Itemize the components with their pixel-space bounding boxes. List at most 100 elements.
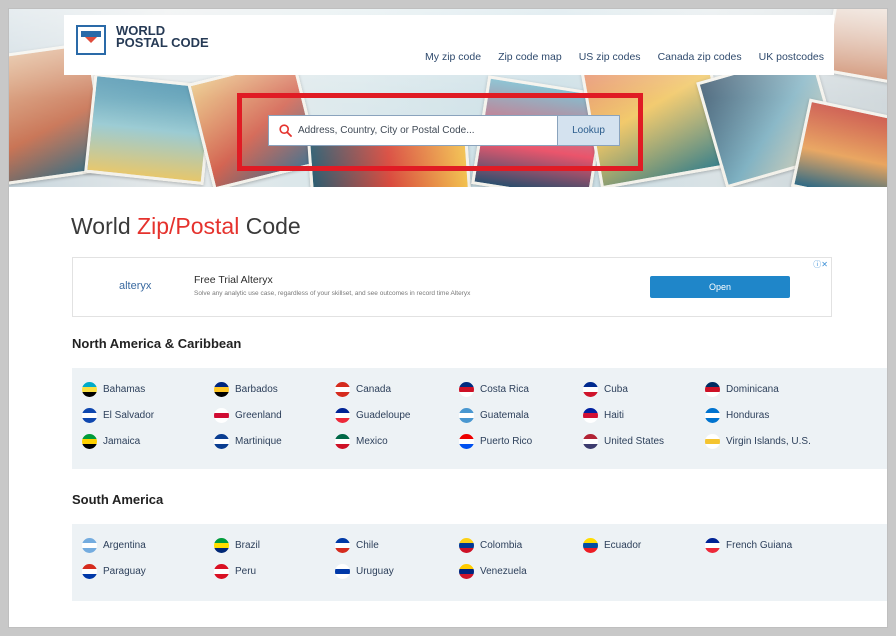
- country-link[interactable]: Ecuador: [583, 538, 641, 553]
- country-link[interactable]: Puerto Rico: [459, 434, 532, 449]
- country-name: Brazil: [235, 540, 261, 551]
- flag-icon: [583, 382, 598, 397]
- country-name: Peru: [235, 566, 257, 577]
- country-link[interactable]: Martinique: [214, 434, 282, 449]
- country-link[interactable]: Brazil: [214, 538, 260, 553]
- flag-icon: [459, 564, 474, 579]
- country-link[interactable]: Jamaica: [82, 434, 140, 449]
- flag-icon: [705, 538, 720, 553]
- country-name: Costa Rica: [480, 384, 529, 395]
- country-name: Colombia: [480, 540, 523, 551]
- country-link[interactable]: United States: [583, 434, 664, 449]
- country-link[interactable]: Bahamas: [82, 382, 145, 397]
- logo-line-2: POSTAL CODE: [116, 35, 209, 50]
- lookup-button[interactable]: Lookup: [557, 116, 619, 145]
- country-link[interactable]: Honduras: [705, 408, 769, 423]
- nav-my-zip-code[interactable]: My zip code: [425, 51, 481, 63]
- country-name: Venezuela: [480, 566, 527, 577]
- flag-icon: [335, 434, 350, 449]
- flag-icon: [705, 408, 720, 423]
- ad-choices-icon[interactable]: ⓘ✕: [813, 259, 828, 270]
- flag-icon: [82, 382, 97, 397]
- search-input[interactable]: [292, 116, 557, 145]
- flag-icon: [459, 434, 474, 449]
- page-title: World Zip/Postal Code: [71, 213, 301, 240]
- nav-uk-postcodes[interactable]: UK postcodes: [759, 51, 824, 63]
- country-link[interactable]: Mexico: [335, 434, 388, 449]
- country-name: Uruguay: [356, 566, 394, 577]
- country-link[interactable]: Argentina: [82, 538, 146, 553]
- country-name: Guatemala: [480, 410, 529, 421]
- nav-us-zip-codes[interactable]: US zip codes: [579, 51, 641, 63]
- flag-icon: [583, 434, 598, 449]
- flag-icon: [214, 382, 229, 397]
- country-name: French Guiana: [726, 540, 793, 551]
- country-link[interactable]: Canada: [335, 382, 391, 397]
- section-title-north-america: North America & Caribbean: [72, 336, 242, 351]
- flag-icon: [214, 408, 229, 423]
- flag-icon: [335, 564, 350, 579]
- country-link[interactable]: Venezuela: [459, 564, 527, 579]
- country-link[interactable]: El Salvador: [82, 408, 154, 423]
- country-name: Bahamas: [103, 384, 146, 395]
- flag-icon: [459, 538, 474, 553]
- flag-icon: [705, 434, 720, 449]
- section-title-south-america: South America: [72, 492, 164, 507]
- flag-icon: [214, 434, 229, 449]
- ad-title[interactable]: Free Trial Alteryx: [194, 274, 273, 286]
- country-link[interactable]: Haiti: [583, 408, 624, 423]
- country-name: Cuba: [604, 384, 628, 395]
- country-name: United States: [604, 436, 665, 447]
- country-link[interactable]: Virgin Islands, U.S.: [705, 434, 811, 449]
- logo-icon[interactable]: [76, 25, 106, 55]
- flag-icon: [583, 538, 598, 553]
- country-name: Greenland: [235, 410, 282, 421]
- nav-canada-zip-codes[interactable]: Canada zip codes: [658, 51, 742, 63]
- nav-zip-code-map[interactable]: Zip code map: [498, 51, 562, 63]
- flag-icon: [82, 408, 97, 423]
- flag-icon: [335, 408, 350, 423]
- flag-icon: [583, 408, 598, 423]
- flag-icon: [82, 538, 97, 553]
- country-link[interactable]: Guadeloupe: [335, 408, 411, 423]
- country-name: Jamaica: [103, 436, 141, 447]
- country-name: Mexico: [356, 436, 388, 447]
- country-link[interactable]: Peru: [214, 564, 256, 579]
- country-name: Argentina: [103, 540, 146, 551]
- flag-icon: [82, 564, 97, 579]
- main-nav: My zip code Zip code map US zip codes Ca…: [425, 51, 824, 63]
- flag-icon: [459, 382, 474, 397]
- advertisement-banner[interactable]: alteryx Free Trial Alteryx Solve any ana…: [72, 257, 832, 317]
- flag-icon: [335, 538, 350, 553]
- country-link[interactable]: French Guiana: [705, 538, 792, 553]
- flag-icon: [705, 382, 720, 397]
- country-link[interactable]: Barbados: [214, 382, 278, 397]
- country-link[interactable]: Colombia: [459, 538, 522, 553]
- country-name: Barbados: [235, 384, 278, 395]
- country-name: Martinique: [235, 436, 282, 447]
- country-link[interactable]: Guatemala: [459, 408, 529, 423]
- country-name: Honduras: [726, 410, 770, 421]
- country-link[interactable]: Costa Rica: [459, 382, 529, 397]
- search-bar: Lookup: [268, 115, 620, 146]
- country-link[interactable]: Paraguay: [82, 564, 146, 579]
- country-name: Guadeloupe: [356, 410, 411, 421]
- country-list-south-america: Argentina Brazil Chile Colombia Ecuador Frenc…: [72, 524, 887, 601]
- country-name: Virgin Islands, U.S.: [726, 436, 811, 447]
- country-name: Ecuador: [604, 540, 642, 551]
- ad-open-button[interactable]: Open: [650, 276, 790, 298]
- browser-viewport: WORLD POSTAL CODE My zip code Zip code m…: [8, 8, 888, 628]
- country-list-north-america: Bahamas Barbados Canada Costa Rica Cuba Domin…: [72, 368, 887, 469]
- country-link[interactable]: Greenland: [214, 408, 282, 423]
- country-link[interactable]: Uruguay: [335, 564, 394, 579]
- country-name: Puerto Rico: [480, 436, 533, 447]
- country-link[interactable]: Cuba: [583, 382, 628, 397]
- ad-brand[interactable]: alteryx: [119, 280, 151, 292]
- country-name: El Salvador: [103, 410, 155, 421]
- country-link[interactable]: Chile: [335, 538, 379, 553]
- title-accent: Zip/Postal: [137, 213, 240, 239]
- flag-icon: [214, 538, 229, 553]
- logo-text[interactable]: WORLD POSTAL CODE: [116, 24, 209, 50]
- flag-icon: [335, 382, 350, 397]
- country-link[interactable]: Dominicana: [705, 382, 779, 397]
